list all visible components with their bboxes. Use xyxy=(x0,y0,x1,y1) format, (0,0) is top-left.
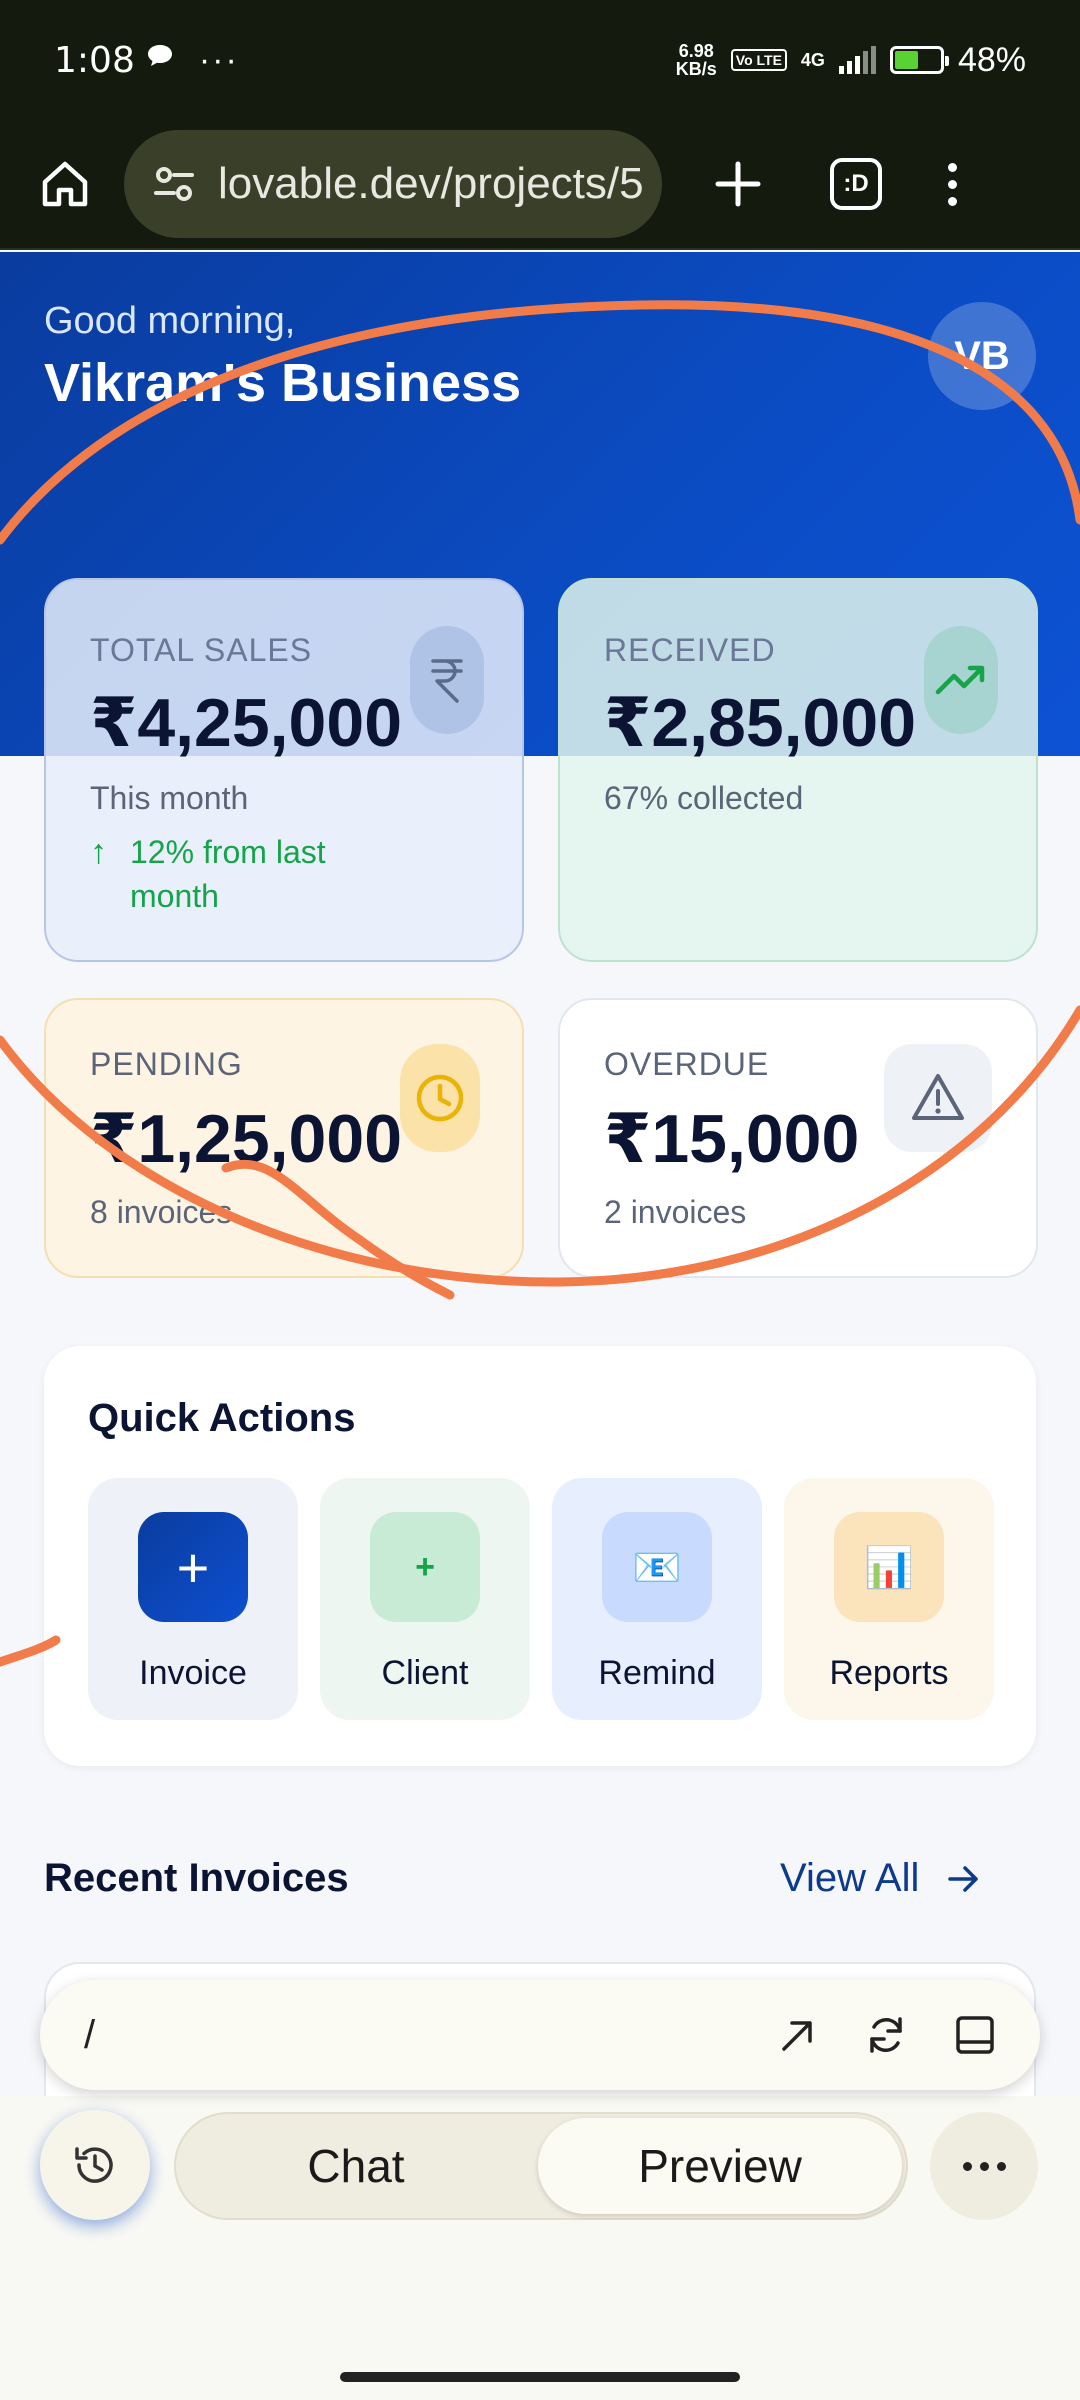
url-text: lovable.dev/projects/5 xyxy=(218,159,644,208)
quick-actions-title: Quick Actions xyxy=(88,1396,356,1440)
quick-action-label: Remind xyxy=(598,1654,716,1692)
more-options-icon[interactable] xyxy=(930,2112,1038,2220)
chat-notification-icon xyxy=(145,41,175,79)
open-external-icon[interactable] xyxy=(778,2015,818,2055)
received-sub: 67% collected xyxy=(604,780,804,816)
network-type: 4G xyxy=(800,49,825,70)
status-bar: 1:08 ··· 6.98 KB/s Vo LTE 4G 48% xyxy=(0,0,1080,120)
trending-up-icon xyxy=(924,626,998,734)
volte-badge: Vo LTE xyxy=(730,49,787,71)
prompt-input[interactable]: / xyxy=(40,1980,1040,2090)
quick-actions-panel: Quick Actions + Invoice + Client 📧 Remin… xyxy=(44,1346,1036,1766)
new-tab-icon[interactable] xyxy=(706,152,770,216)
recent-invoices-title: Recent Invoices xyxy=(44,1856,349,1900)
quick-action-invoice[interactable]: + Invoice xyxy=(88,1478,298,1720)
received-value: ₹2,85,000 xyxy=(604,685,917,761)
tab-switcher-button[interactable]: :D xyxy=(830,158,882,210)
add-client-icon: + xyxy=(370,1512,480,1622)
plus-icon: + xyxy=(138,1512,248,1622)
quick-action-reports[interactable]: 📊 Reports xyxy=(784,1478,994,1720)
arrow-right-icon xyxy=(948,1865,979,1892)
pending-card[interactable]: PENDING ₹1,25,000 8 invoices xyxy=(44,998,524,1278)
greeting-text: Good morning, xyxy=(44,300,296,342)
email-icon: 📧 xyxy=(602,1512,712,1622)
overdue-sub: 2 invoices xyxy=(604,1194,747,1230)
tab-chat[interactable]: Chat xyxy=(176,2114,536,2218)
pending-value: ₹1,25,000 xyxy=(90,1101,403,1177)
home-indicator[interactable] xyxy=(340,2372,740,2382)
overdue-card[interactable]: OVERDUE ₹15,000 2 invoices xyxy=(558,998,1038,1278)
clock-icon xyxy=(400,1044,480,1152)
warning-icon xyxy=(884,1044,992,1152)
more-notifications: ··· xyxy=(198,40,239,79)
total-sales-sub: This month xyxy=(90,780,249,816)
view-all-link[interactable]: View All xyxy=(780,1856,981,1901)
business-name: Vikram's Business xyxy=(44,353,522,413)
tab-preview[interactable]: Preview xyxy=(538,2118,902,2214)
refresh-icon[interactable] xyxy=(864,2013,908,2057)
total-sales-value: ₹4,25,000 xyxy=(90,685,403,761)
quick-action-remind[interactable]: 📧 Remind xyxy=(552,1478,762,1720)
bar-chart-icon: 📊 xyxy=(834,1512,944,1622)
battery-percent: 48% xyxy=(957,40,1026,79)
quick-action-label: Reports xyxy=(829,1654,949,1692)
view-toggle: Chat Preview xyxy=(174,2112,908,2220)
rupee-icon xyxy=(410,626,484,734)
quick-action-label: Invoice xyxy=(139,1654,247,1692)
quick-action-label: Client xyxy=(381,1654,469,1692)
pending-sub: 8 invoices xyxy=(90,1194,233,1230)
avatar[interactable]: VB xyxy=(928,302,1036,410)
home-icon[interactable] xyxy=(30,149,100,219)
battery-icon xyxy=(889,46,949,74)
address-bar[interactable]: lovable.dev/projects/5 xyxy=(124,130,662,238)
sales-trend: ↑ 12% from last month xyxy=(90,830,390,918)
history-icon xyxy=(75,2147,113,2183)
quick-action-client[interactable]: + Client xyxy=(320,1478,530,1720)
received-card[interactable]: RECEIVED ₹2,85,000 67% collected xyxy=(558,578,1038,962)
total-sales-label: TOTAL SALES xyxy=(90,632,313,668)
browser-menu-icon[interactable] xyxy=(948,162,957,206)
history-button[interactable] xyxy=(40,2110,150,2220)
prompt-value: / xyxy=(84,2012,96,2057)
browser-toolbar: lovable.dev/projects/5 :D xyxy=(0,120,1080,250)
overdue-value: ₹15,000 xyxy=(604,1101,860,1177)
pending-label: PENDING xyxy=(90,1046,243,1082)
received-label: RECEIVED xyxy=(604,632,776,668)
layout-icon[interactable] xyxy=(954,2014,996,2056)
net-speed: 6.98 KB/s xyxy=(675,41,717,79)
signal-icon xyxy=(838,46,876,74)
status-time: 1:08 xyxy=(54,39,135,81)
site-settings-icon[interactable] xyxy=(152,162,196,206)
arrow-up-icon: ↑ xyxy=(90,833,107,871)
total-sales-card[interactable]: TOTAL SALES ₹4,25,000 This month ↑ 12% f… xyxy=(44,578,524,962)
overdue-label: OVERDUE xyxy=(604,1046,770,1082)
